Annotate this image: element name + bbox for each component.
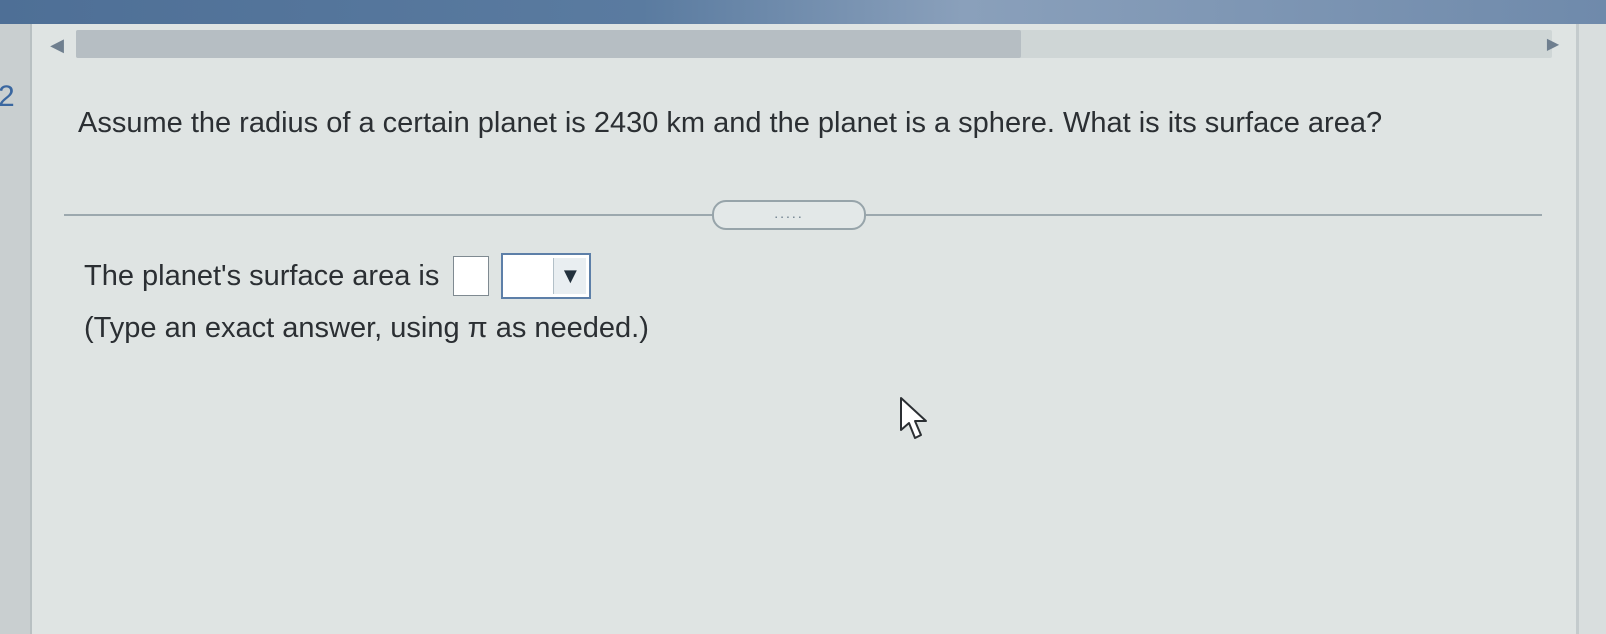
answer-label: The planet's surface area is bbox=[84, 259, 440, 292]
question-panel: ◀ ▶ Assume the radius of a certain plane… bbox=[30, 24, 1579, 634]
dropdown-arrow-icon[interactable]: ▼ bbox=[553, 258, 587, 294]
step-number: 2 bbox=[0, 80, 15, 113]
caret-right-icon[interactable]: ▶ bbox=[1542, 34, 1564, 56]
top-toolbar-strip bbox=[0, 0, 1606, 24]
expand-more-button[interactable]: ..... bbox=[712, 200, 866, 230]
question-text: Assume the radius of a certain planet is… bbox=[78, 107, 1383, 139]
caret-left-icon[interactable]: ◀ bbox=[46, 34, 68, 56]
left-margin: 2 bbox=[0, 24, 30, 634]
mouse-cursor-icon bbox=[900, 397, 927, 439]
answer-input[interactable] bbox=[453, 256, 490, 296]
scrollbar-thumb[interactable] bbox=[76, 30, 1021, 58]
unit-dropdown[interactable]: ▼ bbox=[501, 253, 592, 299]
horizontal-scrollbar[interactable]: ◀ ▶ bbox=[46, 28, 1566, 62]
scrollbar-track[interactable] bbox=[76, 30, 1552, 58]
answer-hint: (Type an exact answer, using π as needed… bbox=[84, 312, 649, 344]
answer-line: The planet's surface area is ▼ bbox=[84, 252, 592, 300]
